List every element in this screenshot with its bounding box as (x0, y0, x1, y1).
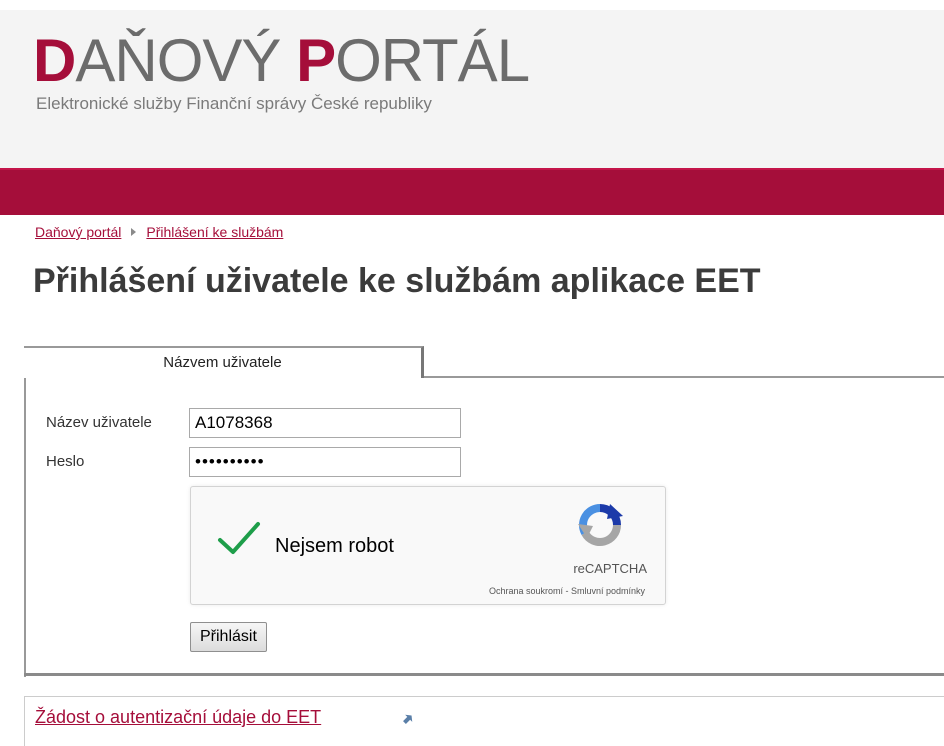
breadcrumb-login-link[interactable]: Přihlášení ke službám (146, 224, 283, 240)
recaptcha-links[interactable]: Ochrana soukromí - Smluvní podmínky (411, 586, 645, 596)
breadcrumb-arrow-icon (131, 228, 137, 236)
username-label: Název uživatele (46, 414, 152, 431)
panel-border-top (424, 376, 944, 378)
breadcrumb-home-link[interactable]: Daňový portál (35, 224, 121, 240)
password-label: Heslo (46, 453, 85, 470)
eet-credentials-link[interactable]: Žádost o autentizační údaje do EET (35, 707, 321, 728)
page-title: Přihlášení uživatele ke službám aplikace… (33, 262, 761, 300)
site-logo[interactable]: DAŇOVÝ PORTÁL (33, 27, 530, 94)
breadcrumb: Daňový portál Přihlášení ke službám (35, 224, 283, 240)
logo-word-portal: ORTÁL (335, 27, 530, 94)
external-link-icon (403, 714, 413, 724)
header-band (0, 168, 944, 215)
panel-border-bottom (24, 673, 944, 676)
username-input[interactable] (189, 408, 461, 438)
password-input[interactable] (189, 447, 461, 477)
panel-border-left (24, 346, 26, 677)
recaptcha-brand: reCAPTCHA (573, 561, 647, 576)
recaptcha-label: Nejsem robot (275, 535, 394, 557)
recaptcha-widget: Nejsem robot reCAPTCHA Ochrana soukromí … (190, 486, 666, 605)
tab-username[interactable]: Názvem uživatele (24, 346, 424, 378)
site-tagline: Elektronické služby Finanční správy Česk… (36, 94, 432, 113)
logo-initial-d: D (33, 27, 76, 94)
login-button[interactable]: Přihlásit (190, 622, 267, 652)
logo-initial-p: P (296, 27, 336, 94)
logo-word-danovy: AŇOVÝ (75, 27, 297, 94)
recaptcha-logo-icon (578, 504, 623, 546)
site-header: DAŇOVÝ PORTÁL Elektronické služby Finanč… (0, 10, 944, 168)
checkmark-icon[interactable] (217, 521, 261, 557)
